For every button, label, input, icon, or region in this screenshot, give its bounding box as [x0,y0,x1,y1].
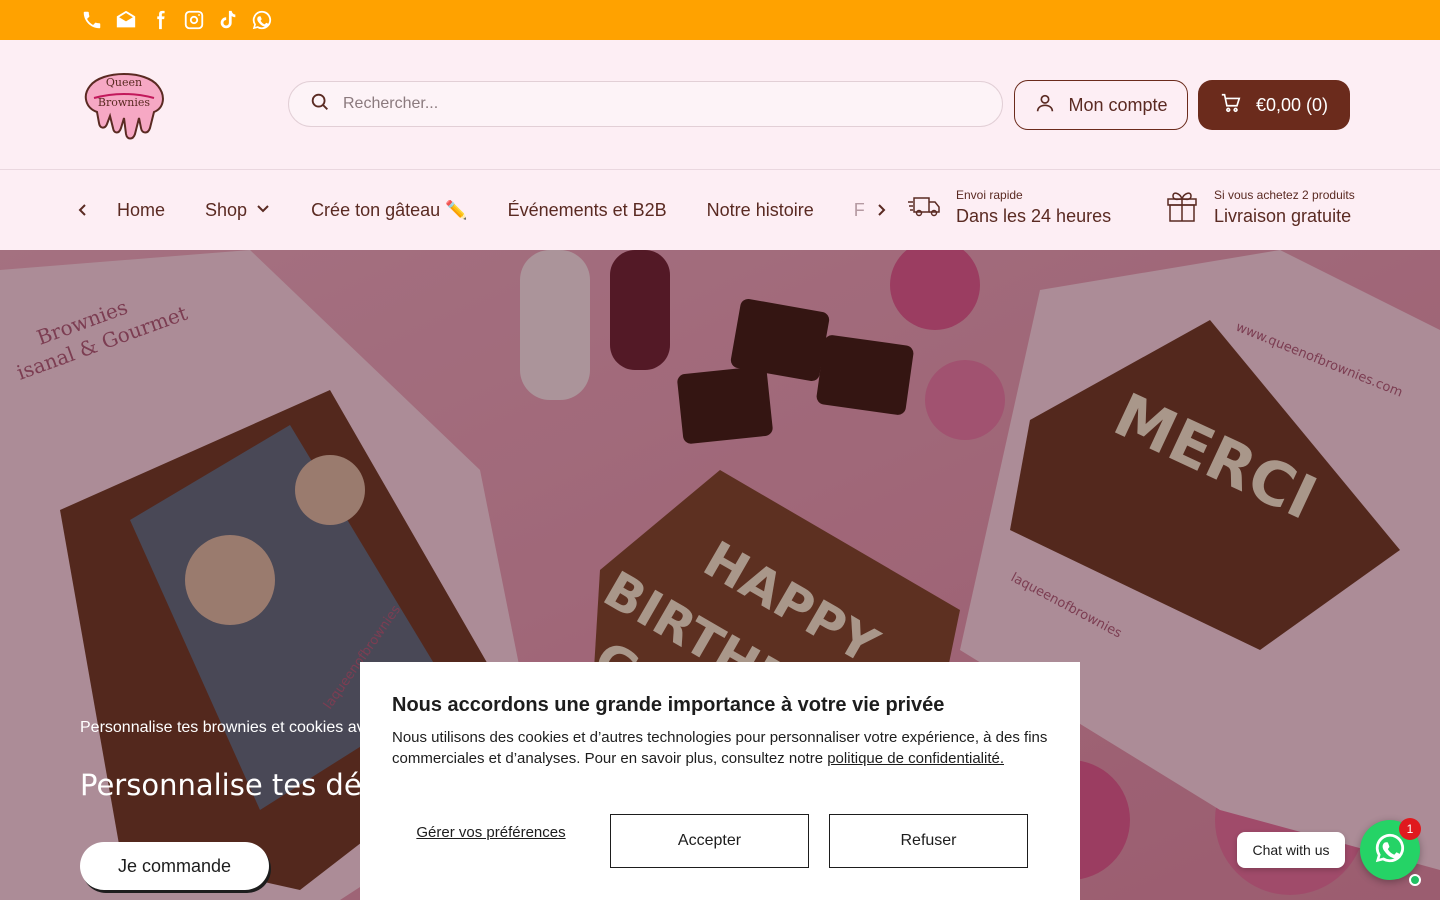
gift-icon [1164,187,1200,228]
chat-label[interactable]: Chat with us [1237,832,1345,868]
refuse-button[interactable]: Refuser [829,814,1028,868]
nav-prev-arrow-icon[interactable] [72,199,94,221]
chat-notification-badge: 1 [1399,818,1421,840]
cookie-consent-dialog: Nous accordons une grande importance à v… [360,662,1080,900]
social-icons [80,8,274,32]
online-status-dot [1409,874,1421,886]
nav-item-truncated[interactable]: F [854,200,865,221]
user-icon [1034,92,1056,119]
cart-total: €0,00 (0) [1255,94,1329,115]
nav-label-events-b2b: Événements et B2B [507,200,667,220]
top-bar [0,0,1440,40]
manage-preferences-link[interactable]: Gérer vos préférences [392,823,590,842]
nav-items: Home Shop Crée ton gâteau ✏️ Événements … [117,171,867,250]
nav-item-create-cake[interactable]: Crée ton gâteau ✏️ [311,200,468,221]
nav-item-home[interactable]: Home [117,200,165,221]
whatsapp-icon[interactable] [250,8,274,32]
nav-item-shop[interactable]: Shop [205,200,271,221]
main-nav: Home Shop Crée ton gâteau ✏️ Événements … [0,171,1440,250]
truck-icon [906,187,942,228]
perk-fast-shipping: Envoi rapide Dans les 24 heures [906,187,1111,228]
accept-button[interactable]: Accepter [610,814,809,868]
cookie-title: Nous accordons une grande importance à v… [392,694,945,716]
account-label: Mon compte [1068,94,1168,115]
search-bar[interactable] [288,81,1003,127]
cart-button[interactable]: €0,00 (0) [1198,80,1350,130]
instagram-icon[interactable] [182,8,206,32]
cart-icon [1220,92,1242,119]
hero-subtitle: Personnalise tes brownies et cookies av [80,719,365,736]
perk-small-text: Si vous achetez 2 produits [1214,188,1355,202]
nav-label-our-story: Notre histoire [706,200,814,220]
privacy-policy-link[interactable]: politique de confidentialité. [827,750,1004,767]
perk-free-delivery: Si vous achetez 2 produits Livraison gra… [1164,187,1355,228]
order-button[interactable]: Je commande [80,842,269,890]
account-button[interactable]: Mon compte [1014,80,1188,130]
hero-headline: Personnalise tes déli [80,768,365,802]
search-icon [309,91,331,118]
nav-item-our-story[interactable]: Notre histoire [707,200,814,221]
email-icon[interactable] [114,8,138,32]
nav-next-arrow-icon[interactable] [870,199,892,221]
site-header: Queen Brownies Mon compte €0,00 (0) [0,40,1440,170]
tiktok-icon[interactable] [216,8,240,32]
perk-small-text: Envoi rapide [956,188,1023,202]
cookie-body: Nous utilisons des cookies et d’autres t… [392,727,1048,769]
nav-label-home: Home [117,200,166,220]
logo-text-queen: Queen [106,76,142,89]
phone-icon[interactable] [80,8,104,32]
nav-label-truncated: F [853,200,865,220]
chevron-down-icon [255,200,271,221]
logo-text-brownies: Brownies [98,96,150,109]
nav-item-events-b2b[interactable]: Événements et B2B [508,200,667,221]
search-input[interactable] [343,95,943,113]
nav-label-create-cake: Crée ton gâteau ✏️ [311,200,468,220]
site-logo[interactable]: Queen Brownies [80,68,168,142]
perk-big-text: Livraison gratuite [1214,206,1352,226]
perk-big-text: Dans les 24 heures [956,206,1112,226]
facebook-icon[interactable] [148,8,172,32]
nav-label-shop: Shop [205,200,248,220]
